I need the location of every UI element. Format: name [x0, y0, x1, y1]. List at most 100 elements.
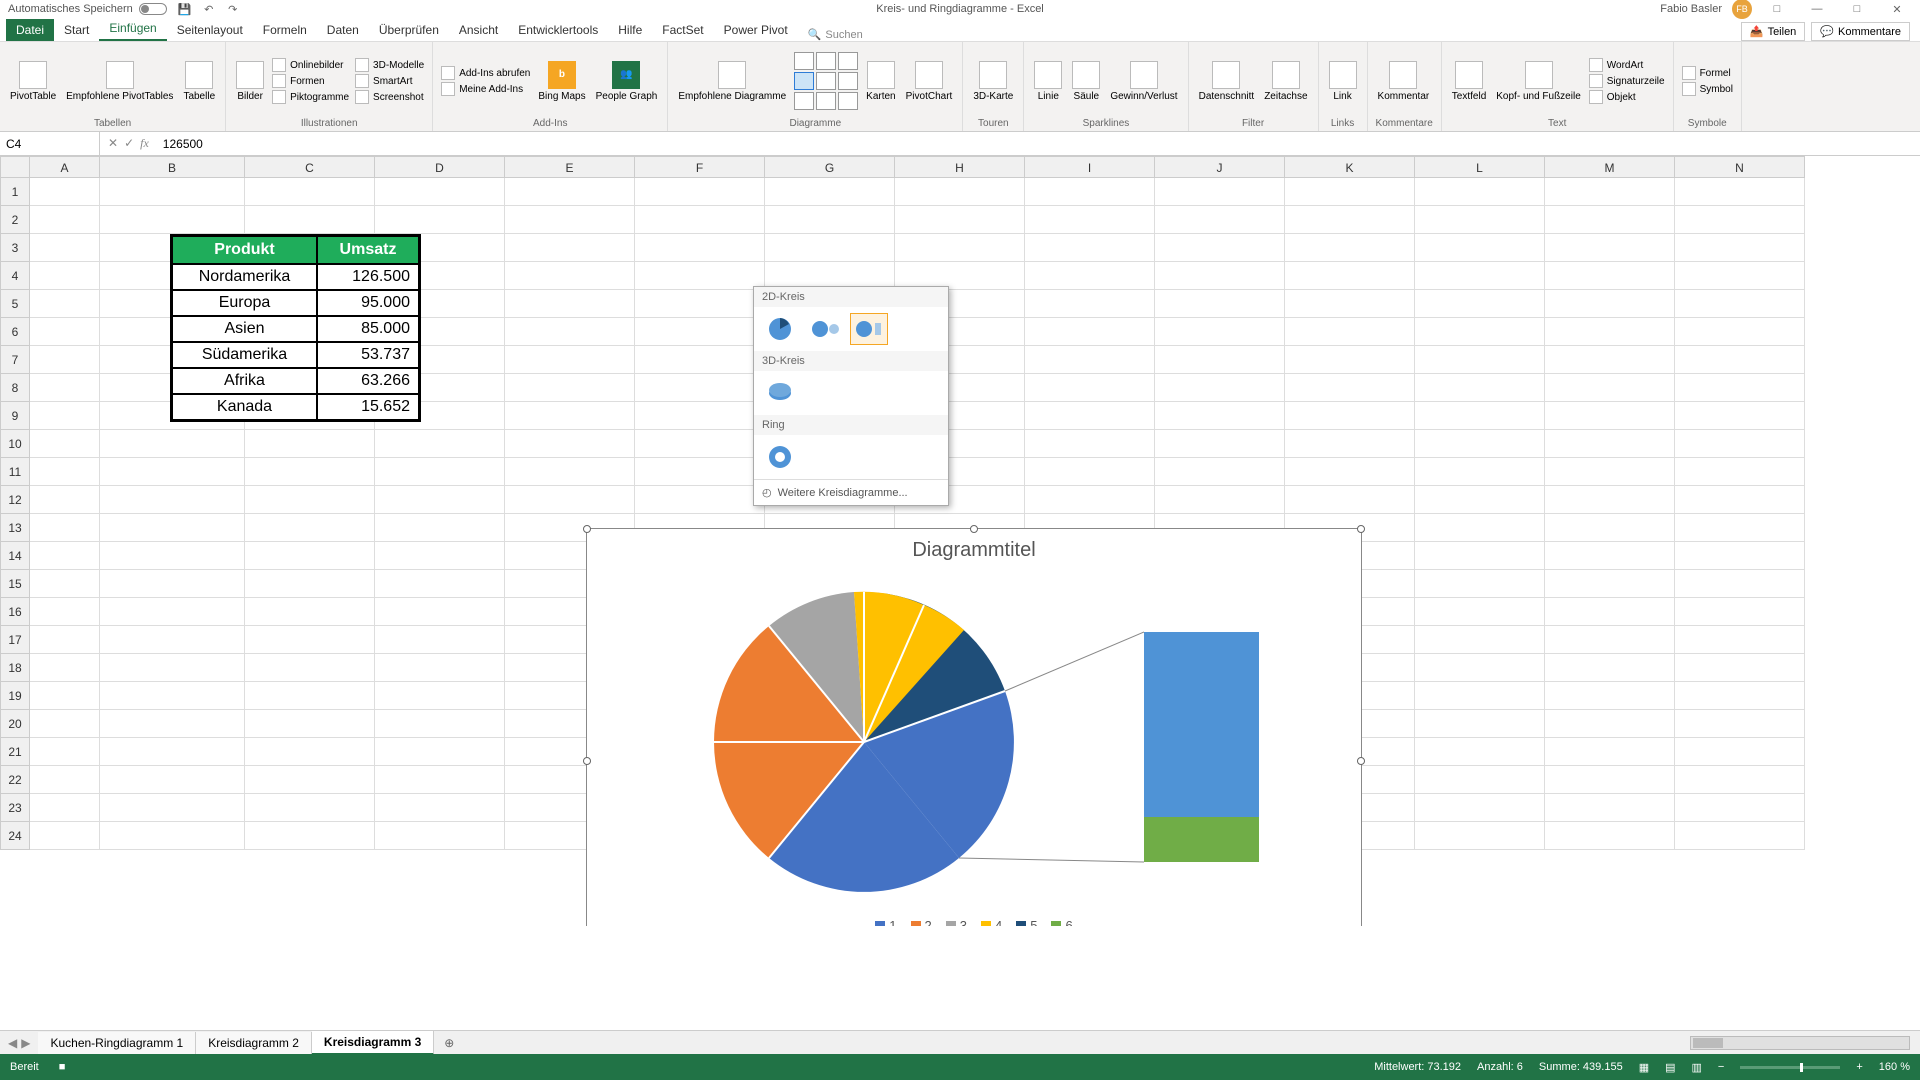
people-graph-button[interactable]: 👥People Graph: [594, 59, 660, 104]
cell[interactable]: [1025, 262, 1155, 290]
cell[interactable]: [375, 766, 505, 794]
chart-title[interactable]: Diagrammtitel: [587, 529, 1361, 572]
cell[interactable]: [1545, 262, 1675, 290]
cell[interactable]: [30, 598, 100, 626]
wordart-button[interactable]: WordArt: [1589, 58, 1665, 72]
cell[interactable]: [1545, 766, 1675, 794]
cell[interactable]: [100, 570, 245, 598]
column-header[interactable]: G: [765, 156, 895, 178]
cell[interactable]: [100, 430, 245, 458]
cell[interactable]: [505, 346, 635, 374]
cell[interactable]: [1545, 206, 1675, 234]
row-header[interactable]: 8: [0, 374, 30, 402]
resize-handle[interactable]: [583, 525, 591, 533]
cell[interactable]: [1675, 486, 1805, 514]
cell[interactable]: [895, 234, 1025, 262]
cell[interactable]: [1545, 458, 1675, 486]
cell[interactable]: [1155, 178, 1285, 206]
cell[interactable]: [1545, 234, 1675, 262]
chart-map-icon[interactable]: [816, 92, 836, 110]
cell[interactable]: [1545, 654, 1675, 682]
table-cell[interactable]: Afrika: [172, 368, 317, 394]
cell[interactable]: [1675, 178, 1805, 206]
row-header[interactable]: 1: [0, 178, 30, 206]
cell[interactable]: [375, 486, 505, 514]
cell[interactable]: [1415, 262, 1545, 290]
cell[interactable]: [375, 794, 505, 822]
sheet-tab-2[interactable]: Kreisdiagramm 2: [196, 1032, 312, 1054]
cell[interactable]: [1025, 178, 1155, 206]
cell[interactable]: [1675, 514, 1805, 542]
cell[interactable]: [1155, 262, 1285, 290]
textbox-button[interactable]: Textfeld: [1450, 59, 1488, 104]
toggle-icon[interactable]: [139, 3, 167, 15]
cell[interactable]: [1415, 598, 1545, 626]
cell[interactable]: [1025, 346, 1155, 374]
cell[interactable]: [245, 542, 375, 570]
cell[interactable]: [100, 682, 245, 710]
chart-more-icon[interactable]: [838, 92, 858, 110]
cancel-formula-icon[interactable]: ✕: [108, 136, 118, 151]
cell[interactable]: [635, 374, 765, 402]
cell[interactable]: [245, 710, 375, 738]
my-addins-button[interactable]: Meine Add-Ins: [441, 82, 530, 96]
row-header[interactable]: 14: [0, 542, 30, 570]
cell[interactable]: [375, 514, 505, 542]
cell[interactable]: [1675, 262, 1805, 290]
tab-insert[interactable]: Einfügen: [99, 17, 166, 41]
cell[interactable]: [1415, 290, 1545, 318]
cell[interactable]: [1545, 682, 1675, 710]
cell[interactable]: [245, 822, 375, 850]
cell[interactable]: [1415, 654, 1545, 682]
cell[interactable]: [30, 178, 100, 206]
cell[interactable]: [30, 430, 100, 458]
more-pie-charts-button[interactable]: ◴ Weitere Kreisdiagramme...: [754, 479, 948, 505]
cell[interactable]: [1545, 318, 1675, 346]
formula-input[interactable]: 126500: [157, 137, 1920, 151]
cell[interactable]: [1025, 430, 1155, 458]
cell[interactable]: [1155, 346, 1285, 374]
cell[interactable]: [1285, 458, 1415, 486]
cell[interactable]: [1415, 402, 1545, 430]
cell[interactable]: [1285, 486, 1415, 514]
cell[interactable]: [1415, 486, 1545, 514]
cell[interactable]: [635, 458, 765, 486]
cell[interactable]: [375, 822, 505, 850]
cell[interactable]: [635, 402, 765, 430]
cell[interactable]: [1545, 598, 1675, 626]
cell[interactable]: [1415, 626, 1545, 654]
row-header[interactable]: 13: [0, 514, 30, 542]
cell[interactable]: [1545, 290, 1675, 318]
cell[interactable]: [1545, 346, 1675, 374]
tab-help[interactable]: Hilfe: [608, 19, 652, 41]
pie-chart-svg[interactable]: [664, 572, 1284, 912]
cell[interactable]: [1675, 710, 1805, 738]
cell[interactable]: [1545, 794, 1675, 822]
table-button[interactable]: Tabelle: [181, 59, 217, 104]
column-header[interactable]: C: [245, 156, 375, 178]
cell[interactable]: [100, 738, 245, 766]
online-pictures-button[interactable]: Onlinebilder: [272, 58, 349, 72]
cell[interactable]: [30, 682, 100, 710]
cell[interactable]: [1415, 822, 1545, 850]
select-all-corner[interactable]: [0, 156, 30, 178]
chart-line-icon[interactable]: [816, 52, 836, 70]
sparkline-column-button[interactable]: Säule: [1070, 59, 1102, 104]
cell[interactable]: [1285, 346, 1415, 374]
cell[interactable]: [1675, 402, 1805, 430]
chart-column-icon[interactable]: [794, 52, 814, 70]
cell[interactable]: [30, 234, 100, 262]
link-button[interactable]: Link: [1327, 59, 1359, 104]
zoom-in-icon[interactable]: +: [1856, 1061, 1862, 1073]
cell[interactable]: [30, 262, 100, 290]
cell[interactable]: [505, 458, 635, 486]
cell[interactable]: [245, 794, 375, 822]
cell[interactable]: [30, 346, 100, 374]
cell[interactable]: [1025, 290, 1155, 318]
table-cell[interactable]: 126.500: [317, 264, 419, 290]
table-cell[interactable]: 15.652: [317, 394, 419, 420]
resize-handle[interactable]: [1357, 757, 1365, 765]
search-box[interactable]: 🔍 Suchen: [808, 28, 863, 41]
table-cell[interactable]: Asien: [172, 316, 317, 342]
cell[interactable]: [1675, 738, 1805, 766]
